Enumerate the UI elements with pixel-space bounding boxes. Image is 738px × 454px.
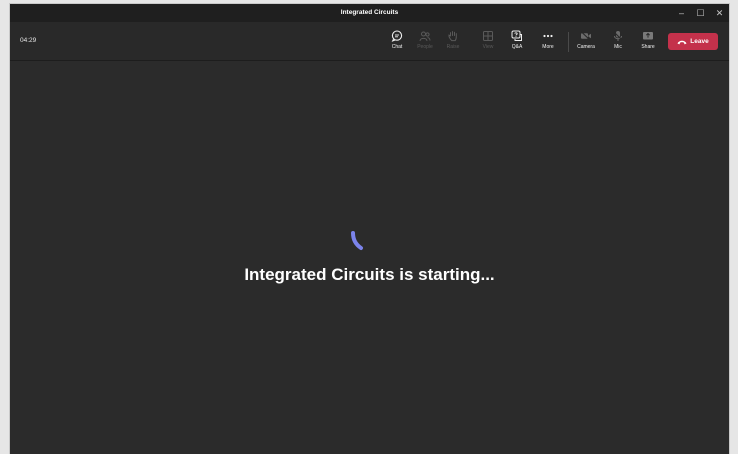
title-bar: Integrated Circuits – ☐ ✕: [10, 4, 729, 22]
leave-button[interactable]: Leave: [668, 33, 718, 50]
qa-icon: [511, 30, 522, 41]
meeting-starting-status: Integrated Circuits is starting...: [244, 265, 495, 284]
raise-hand-button[interactable]: Raise: [440, 28, 466, 56]
toolbar-divider: [568, 32, 569, 52]
mic-label: Mic: [614, 44, 622, 50]
window-title: Integrated Circuits: [340, 9, 399, 16]
mic-off-icon: [613, 31, 623, 41]
chat-label: Chat: [391, 44, 403, 50]
raise-label: Raise: [446, 44, 460, 50]
more-label: More: [542, 44, 554, 50]
share-screen-icon: [643, 32, 653, 40]
hang-up-icon: [677, 40, 687, 44]
qa-button[interactable]: Q&A: [504, 28, 530, 56]
more-button[interactable]: More: [535, 28, 561, 56]
raise-hand-icon: [448, 31, 457, 42]
meeting-timer: 04:29: [20, 37, 37, 44]
maximize-button[interactable]: ☐: [691, 4, 710, 22]
qa-label: Q&A: [511, 44, 523, 50]
mic-button[interactable]: Mic: [605, 28, 631, 56]
more-icon: [543, 34, 553, 38]
camera-label: Camera: [577, 44, 595, 50]
loading-spinner-icon: [351, 231, 363, 250]
camera-button[interactable]: Camera: [573, 28, 599, 56]
window-controls: – ☐ ✕: [672, 4, 729, 22]
camera-off-icon: [580, 31, 591, 41]
chat-icon: [391, 30, 403, 42]
people-label: People: [417, 44, 433, 50]
leave-label: Leave: [690, 38, 709, 45]
view-button[interactable]: View: [475, 28, 501, 56]
close-button[interactable]: ✕: [710, 4, 729, 22]
meeting-toolbar: 04:29 Chat People Raise View Q&A More Ca…: [10, 22, 729, 61]
people-button[interactable]: People: [412, 28, 438, 56]
meeting-stage: Integrated Circuits is starting...: [10, 61, 729, 454]
meeting-window: Integrated Circuits – ☐ ✕ 04:29 Chat Peo…: [10, 4, 729, 454]
chat-button[interactable]: Chat: [384, 28, 410, 56]
share-label: Share: [641, 44, 655, 50]
grid-view-icon: [483, 31, 493, 41]
view-label: View: [482, 44, 494, 50]
minimize-button[interactable]: –: [672, 4, 691, 22]
share-button[interactable]: Share: [635, 28, 661, 56]
people-icon: [419, 31, 431, 42]
